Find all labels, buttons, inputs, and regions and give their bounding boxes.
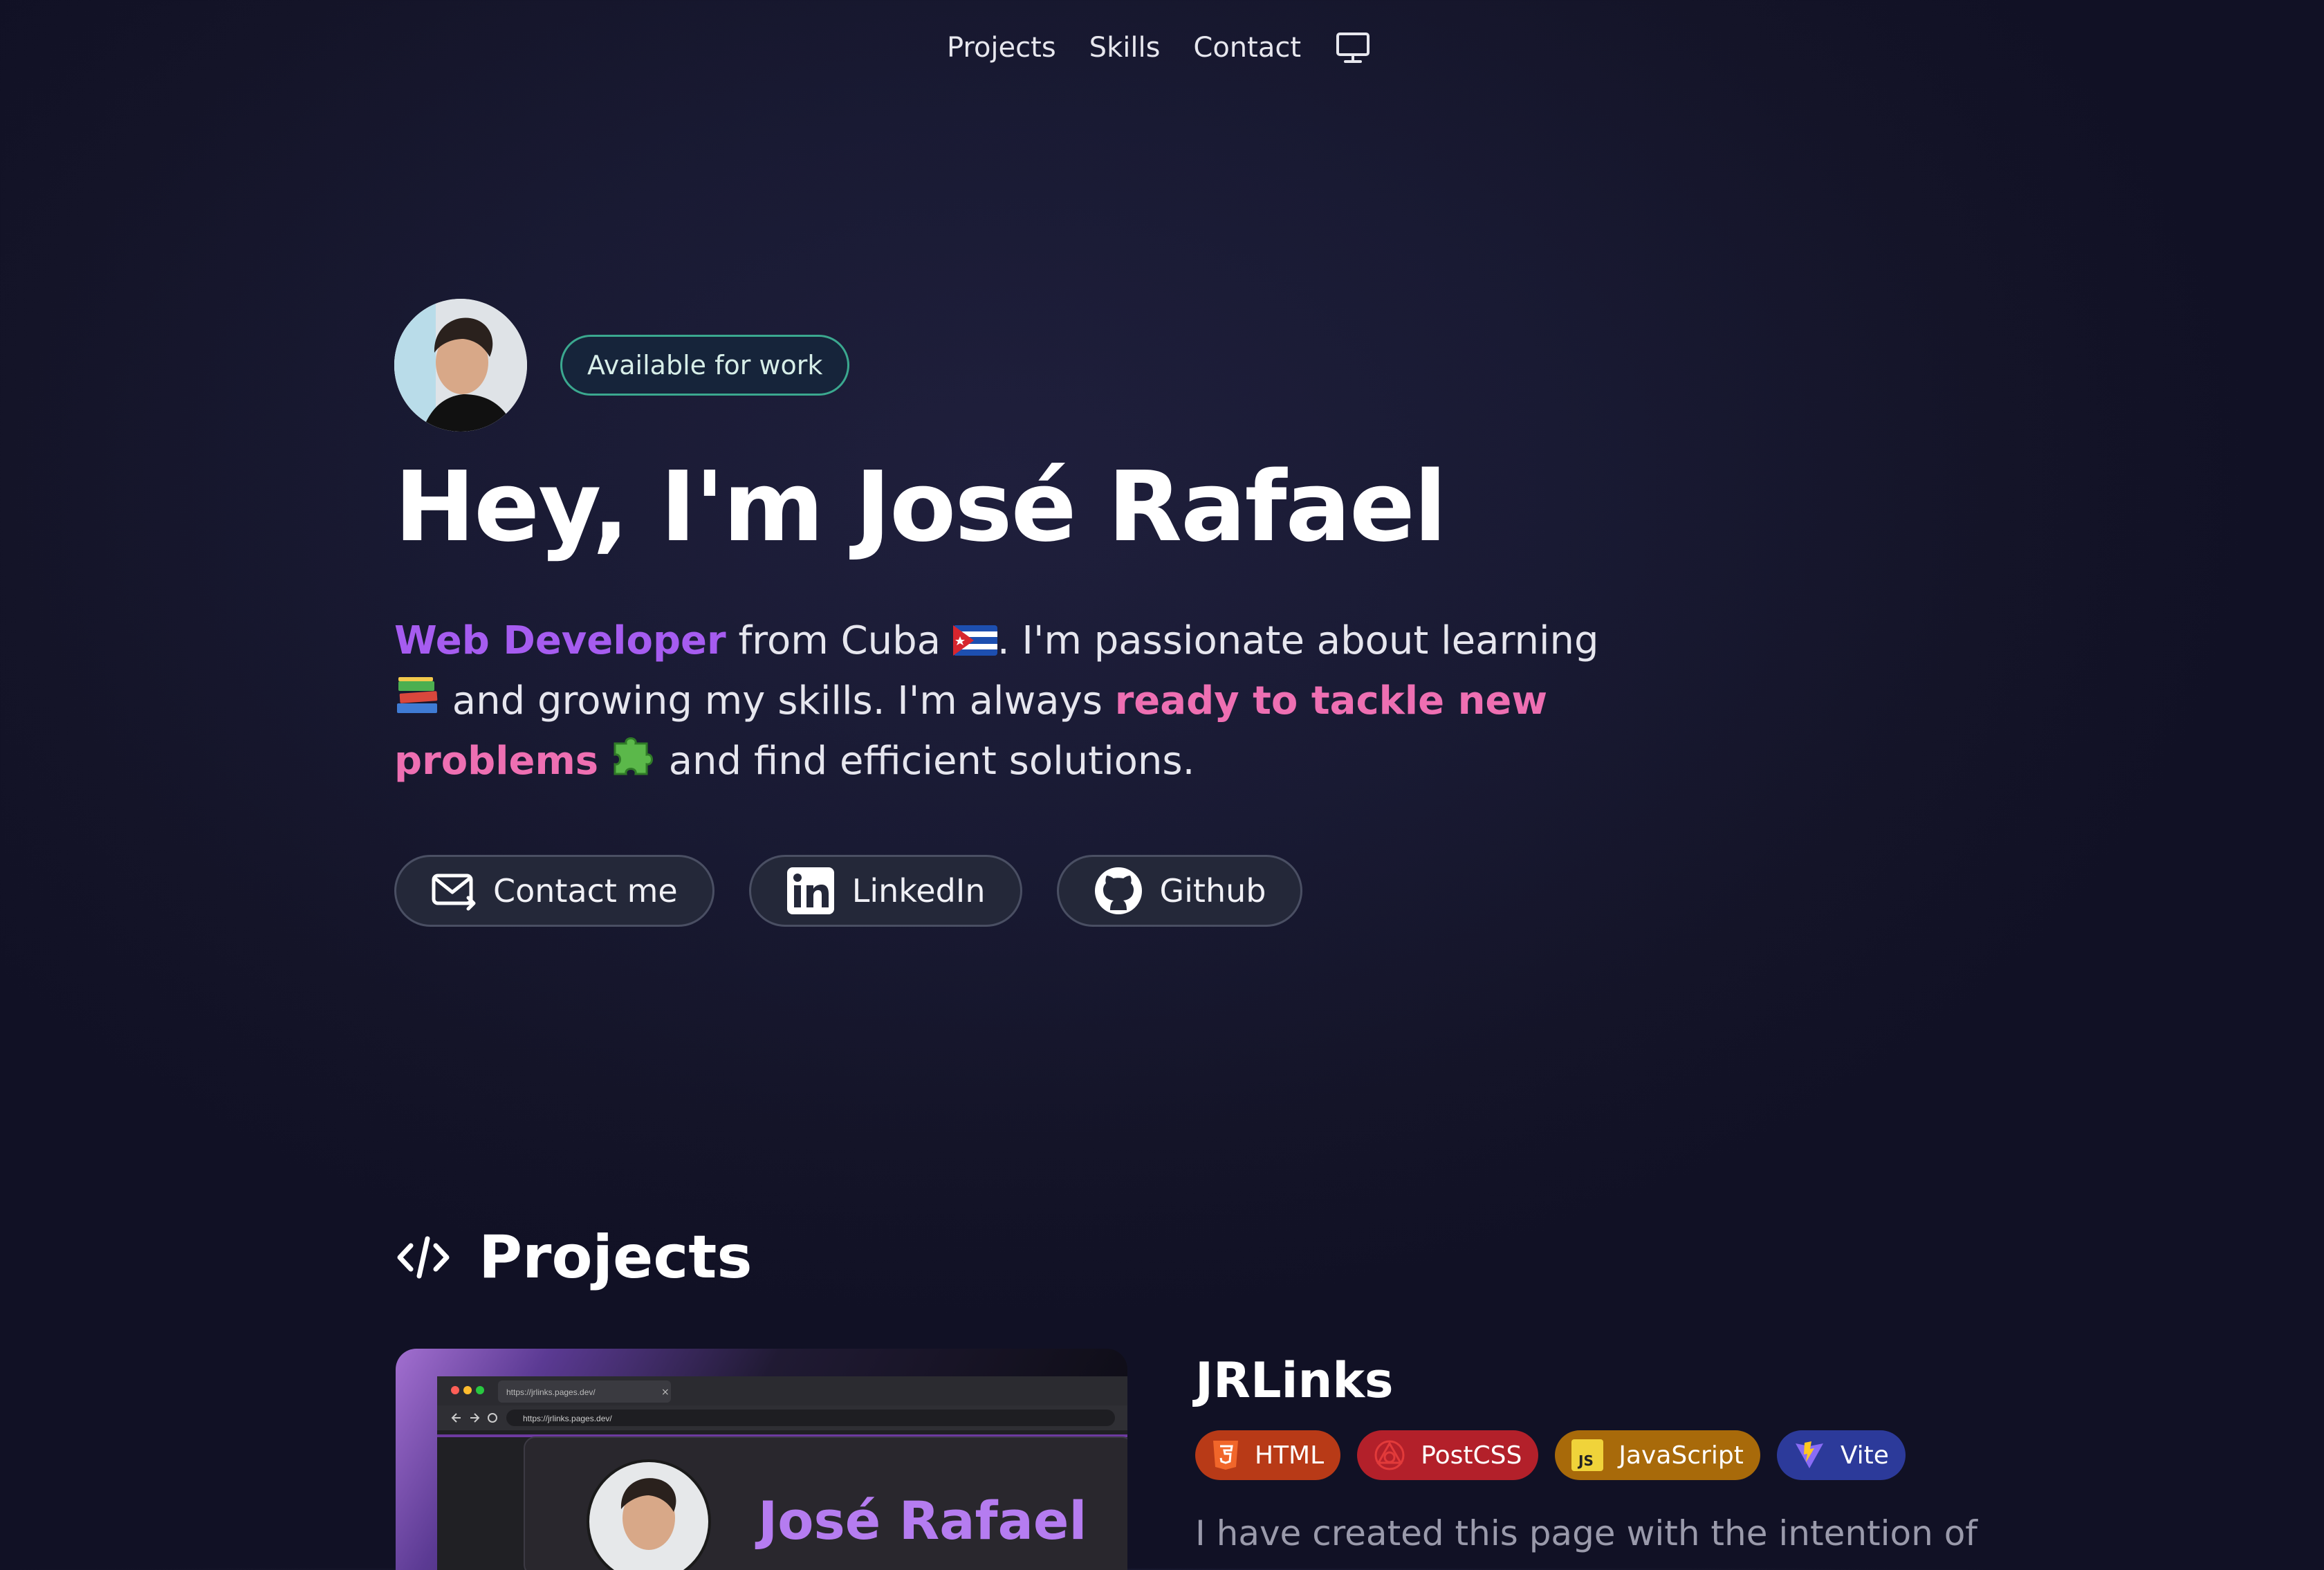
tag-postcss-label: PostCSS [1421, 1441, 1522, 1470]
preview-address: https://jrlinks.pages.dev/ [523, 1414, 612, 1423]
tag-vite-label: Vite [1840, 1441, 1889, 1470]
preview-tab-close-icon: × [661, 1387, 670, 1398]
linkedin-button[interactable]: LinkedIn [748, 855, 1022, 927]
hero-buttons: Contact me LinkedIn Github [394, 855, 1303, 927]
hero-description: Web Developer from Cuba . I'm passionate… [394, 612, 1625, 793]
contact-me-button[interactable]: Contact me [394, 855, 714, 927]
puzzle-icon [611, 734, 656, 793]
status-badge: Available for work [560, 335, 850, 396]
javascript-icon: JS [1571, 1439, 1604, 1471]
books-icon [394, 674, 440, 732]
tag-html: HTML [1195, 1430, 1341, 1480]
tag-vite: Vite [1776, 1430, 1906, 1480]
role-highlight: Web Developer [394, 618, 726, 663]
desc-text-2: . I'm passionate about learning [997, 618, 1599, 663]
html5-icon [1213, 1441, 1238, 1470]
projects-section-title: Projects [396, 1223, 753, 1292]
code-icon [397, 1236, 450, 1279]
contact-me-label: Contact me [493, 872, 678, 909]
github-label: Github [1159, 872, 1266, 909]
theme-toggle-button[interactable] [1334, 30, 1372, 65]
desc-text-4: and find efficient solutions. [656, 738, 1195, 784]
top-nav: Projects Skills Contact [0, 30, 2324, 65]
desc-text-1: from Cuba [726, 618, 953, 663]
tag-html-label: HTML [1255, 1441, 1325, 1470]
desc-text-3: and growing my skills. I'm always [440, 678, 1115, 723]
project-preview-image[interactable]: https://jrlinks.pages.dev/ × https://jrl… [396, 1349, 1127, 1570]
projects-heading: Projects [479, 1223, 753, 1292]
avatar [394, 299, 527, 432]
linkedin-icon [786, 867, 834, 914]
nav-links: Projects Skills Contact [947, 30, 1372, 65]
nav-skills[interactable]: Skills [1089, 32, 1161, 64]
project-tags: HTML PostCSS JS JavaScript Vite [1195, 1430, 1906, 1480]
project-title[interactable]: JRLinks [1195, 1352, 1394, 1409]
mail-icon [432, 874, 476, 911]
tag-javascript: JS JavaScript [1555, 1430, 1760, 1480]
nav-contact[interactable]: Contact [1193, 32, 1301, 64]
svg-text:JS: JS [1577, 1452, 1594, 1469]
avatar-image [394, 299, 527, 432]
preview-heading: José Rafael [755, 1490, 1087, 1551]
preview-tab-url: https://jrlinks.pages.dev/ [506, 1387, 596, 1397]
tag-postcss: PostCSS [1357, 1430, 1539, 1480]
github-icon [1094, 867, 1142, 914]
hero-header: Available for work [394, 299, 850, 432]
monitor-icon [1336, 33, 1370, 63]
cuba-flag-icon [952, 614, 997, 672]
postcss-icon [1374, 1440, 1405, 1470]
tag-javascript-label: JavaScript [1618, 1441, 1744, 1470]
vite-icon [1795, 1441, 1823, 1468]
browser-mockup: https://jrlinks.pages.dev/ × https://jrl… [437, 1376, 1127, 1570]
nav-projects[interactable]: Projects [947, 32, 1056, 64]
project-description: I have created this page with the intent… [1195, 1513, 1977, 1553]
github-button[interactable]: Github [1056, 855, 1303, 927]
linkedin-label: LinkedIn [851, 872, 986, 909]
page-title: Hey, I'm José Rafael [394, 451, 1447, 564]
